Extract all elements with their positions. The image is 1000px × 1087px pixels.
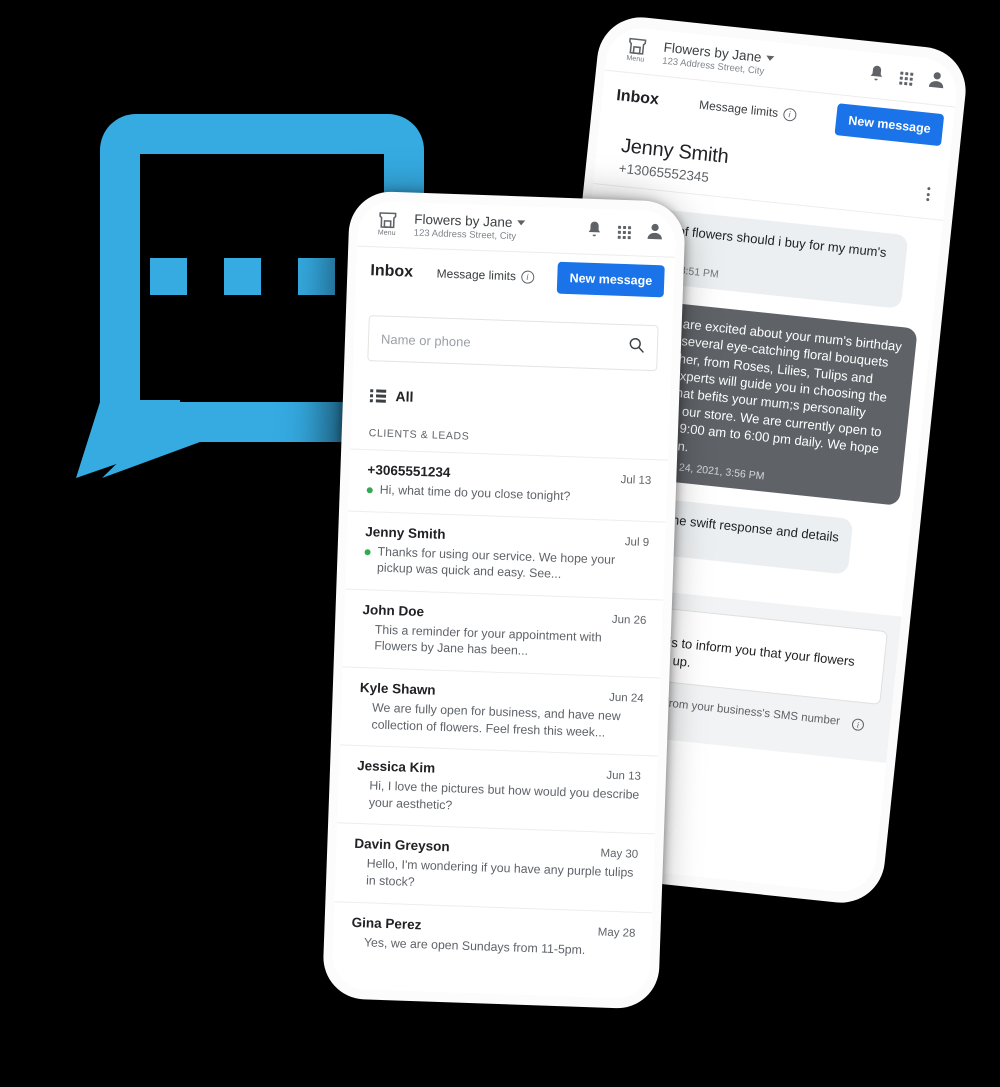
logo-dot-1 (150, 258, 187, 295)
search-icon[interactable] (628, 336, 646, 359)
menu-button-front[interactable]: Menu (366, 211, 409, 237)
conversation-snippet: Hi, I love the pictures but how would yo… (368, 778, 640, 813)
conversation-date: Jun 24 (608, 691, 644, 705)
message-limits-label-back: Message limits (698, 97, 779, 120)
info-icon-back[interactable]: i (782, 107, 797, 122)
conversation-row-5[interactable]: Davin Greyson May 30 Hello, I'm wonderin… (334, 822, 655, 912)
conversation-row-3[interactable]: Kyle Shawn Jun 24 We are fully open for … (339, 666, 661, 756)
apps-grid-icon-back[interactable] (899, 71, 914, 86)
conversation-snippet: Thanks for using our service. We hope yo… (376, 544, 616, 582)
search-input-placeholder[interactable]: Name or phone (381, 331, 628, 355)
logo-dot-2 (224, 258, 261, 295)
logo-dot-3 (298, 258, 335, 295)
conversation-row-2[interactable]: John Doe Jun 26 This a reminder for your… (342, 588, 664, 678)
menu-button-back[interactable]: Menu (614, 36, 658, 65)
storefront-icon (628, 37, 646, 55)
info-icon-front[interactable]: i (520, 269, 535, 284)
new-message-button-back[interactable]: New message (834, 103, 945, 147)
bell-icon-front[interactable] (586, 220, 604, 244)
list-filter-icon[interactable] (369, 388, 386, 403)
message-limits-label-front: Message limits (436, 266, 517, 284)
unread-dot (364, 548, 371, 555)
conversation-row-1[interactable]: Jenny Smith Jul 9 Thanks for using our s… (345, 510, 666, 600)
inbox-title-front: Inbox (370, 262, 414, 281)
apps-grid-icon-front[interactable] (617, 225, 632, 240)
conversation-date: Jul 9 (624, 535, 650, 549)
conversation-date: Jun 26 (611, 613, 647, 627)
phone-front: Menu Flowers by Jane 123 Address Street,… (322, 190, 686, 1010)
conversation-row-6[interactable]: Gina Perez May 28 Yes, we are open Sunda… (332, 900, 653, 974)
conversation-date: Jul 13 (620, 473, 652, 488)
chevron-down-icon-back[interactable] (766, 55, 775, 62)
conversation-snippet: This a reminder for your appointment wit… (374, 622, 602, 659)
account-icon-back[interactable] (926, 69, 946, 94)
conversation-list: +3065551234 Jul 13 Hi, what time do you … (332, 448, 668, 974)
search-area: Name or phone (353, 297, 673, 372)
conversation-snippet: Yes, we are open Sundays from 11-5pm. (363, 934, 586, 957)
account-icon-front[interactable] (645, 222, 664, 246)
message-limits-front[interactable]: Message limits i (423, 266, 548, 284)
conversation-date: May 30 (600, 847, 639, 862)
bell-icon-back[interactable] (867, 63, 886, 88)
filter-label: All (395, 388, 414, 405)
marketing-composition: Menu Flowers by Jane 123 Address Street,… (0, 0, 1000, 1087)
conversation-snippet: Hello, I'm wondering if you have any pur… (365, 856, 634, 889)
info-icon-sms[interactable]: i (851, 717, 865, 731)
unread-dot (366, 487, 373, 494)
storefront-icon-front (378, 212, 396, 229)
phone-front-screen: Menu Flowers by Jane 123 Address Street,… (331, 200, 677, 1000)
conversation-date: Jun 13 (606, 769, 642, 784)
chevron-down-icon-front[interactable] (517, 220, 526, 226)
conversation-date: May 28 (597, 926, 636, 940)
menu-label-back: Menu (626, 54, 645, 64)
business-selector-front[interactable]: Flowers by Jane 123 Address Street, City (408, 211, 587, 244)
message-limits-back[interactable]: Message limits i (668, 95, 827, 126)
conversation-row-0[interactable]: +3065551234 Jul 13 Hi, what time do you … (348, 448, 668, 522)
inbox-title-back: Inbox (615, 87, 660, 109)
conversation-row-4[interactable]: Jessica Kim Jun 13 Hi, I love the pictur… (337, 744, 658, 834)
new-message-button-front[interactable]: New message (557, 261, 665, 298)
conversation-snippet: We are fully open for business, and have… (371, 700, 621, 740)
menu-label-front: Menu (377, 229, 396, 237)
conversation-snippet: Hi, what time do you close tonight? (379, 482, 571, 504)
